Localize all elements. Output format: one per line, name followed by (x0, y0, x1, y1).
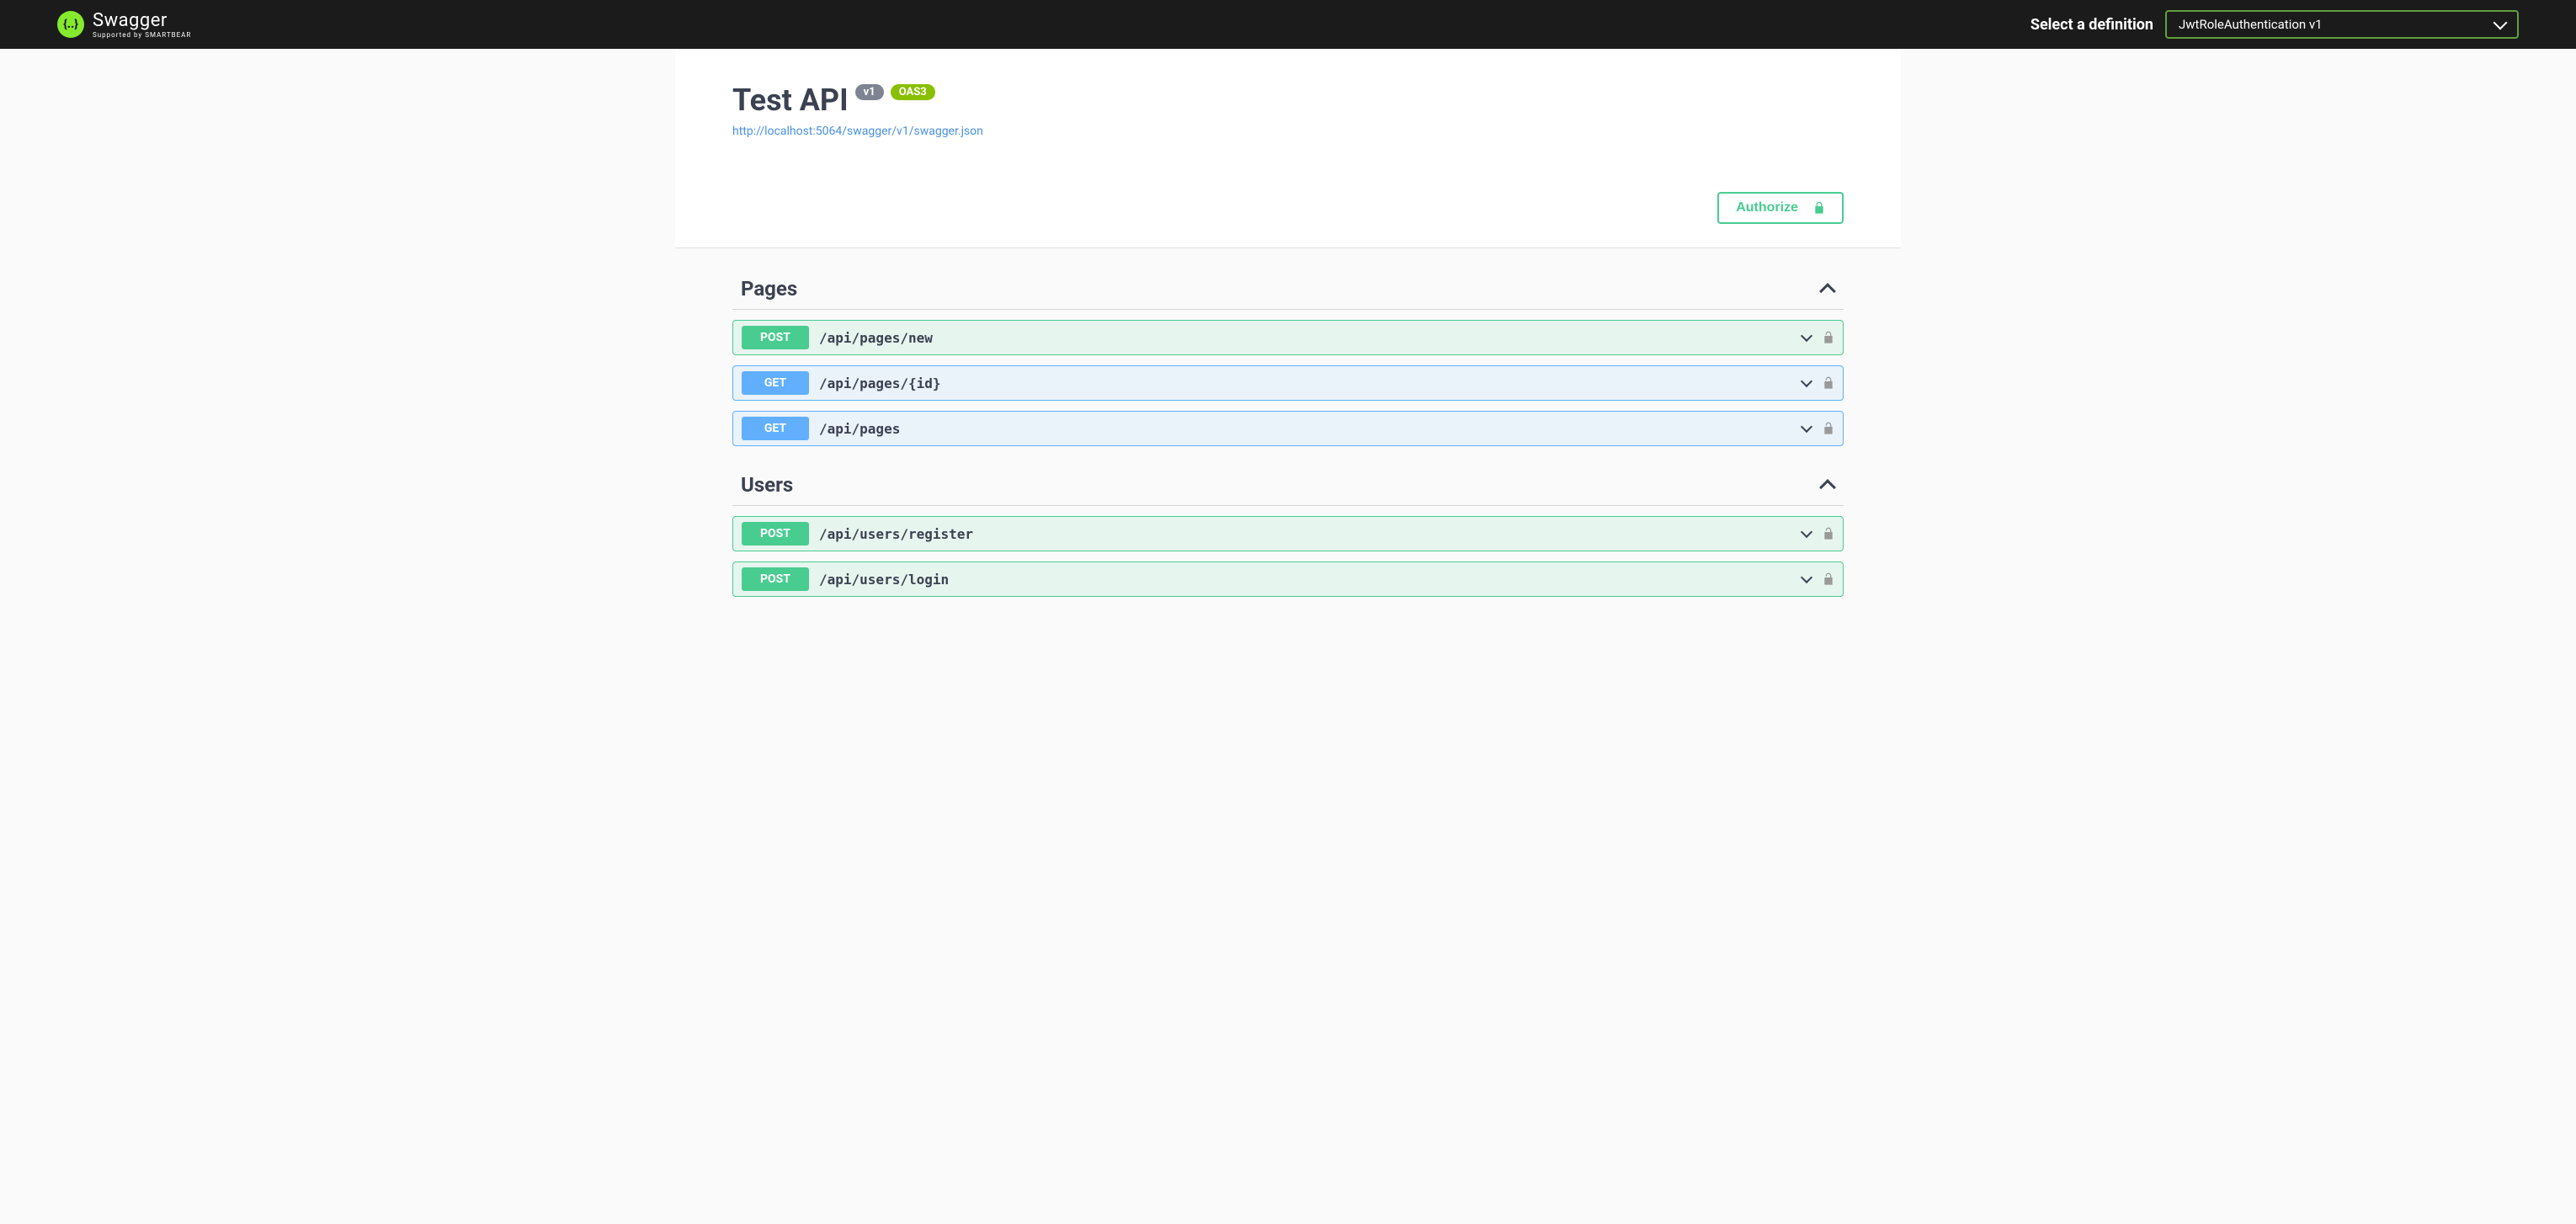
operation-path: /api/users/login (819, 572, 1802, 588)
operation-row[interactable]: POST /api/pages/new (732, 320, 1844, 355)
topbar-right: Select a definition JwtRoleAuthenticatio… (2030, 10, 2519, 39)
authorize-button[interactable]: Authorize (1717, 192, 1844, 224)
operation-path: /api/pages/{id} (819, 375, 1802, 391)
topbar: {..} Swagger Supported by SMARTBEAR Sele… (0, 0, 2576, 49)
lock-icon[interactable] (1823, 331, 1834, 344)
chevron-down-icon (1801, 526, 1812, 538)
auth-section: Authorize (675, 168, 1901, 248)
operation-path: /api/pages (819, 421, 1802, 437)
chevron-up-icon (1819, 283, 1836, 300)
lock-icon (1813, 201, 1825, 215)
operation-row[interactable]: POST /api/users/login (732, 561, 1844, 597)
spec-url-link[interactable]: http://localhost:5064/swagger/v1/swagger… (732, 125, 983, 138)
definition-select[interactable]: JwtRoleAuthentication v1 (2165, 10, 2519, 39)
chevron-down-icon (1801, 375, 1812, 387)
operation-path: /api/pages/new (819, 330, 1802, 346)
operation-path: /api/users/register (819, 526, 1802, 542)
oas-version-badge: OAS3 (891, 84, 935, 100)
http-method-badge: POST (742, 567, 809, 591)
swagger-logo-icon: {..} (57, 11, 84, 38)
lock-icon[interactable] (1823, 527, 1834, 540)
api-title: Test API (732, 82, 849, 118)
chevron-down-icon (2494, 16, 2508, 30)
api-info-section: Test API v1 OAS3 http://localhost:5064/s… (675, 49, 1901, 168)
authorize-button-label: Authorize (1736, 200, 1798, 216)
definition-selected-value: JwtRoleAuthentication v1 (2179, 17, 2323, 32)
api-version-badge: v1 (855, 84, 884, 100)
logo-sub-text: Supported by SMARTBEAR (93, 31, 191, 39)
operation-row[interactable]: GET /api/pages/{id} (732, 365, 1844, 401)
tag-header-users[interactable]: Users (732, 461, 1844, 506)
chevron-down-icon (1801, 330, 1812, 342)
logo-main-text: Swagger (93, 10, 191, 31)
lock-icon[interactable] (1823, 572, 1834, 586)
operation-row[interactable]: POST /api/users/register (732, 516, 1844, 551)
tag-title: Pages (741, 277, 797, 301)
swagger-logo-text: Swagger Supported by SMARTBEAR (93, 10, 191, 39)
http-method-badge: GET (742, 371, 809, 395)
http-method-badge: POST (742, 326, 809, 349)
chevron-up-icon (1819, 479, 1836, 496)
tag-header-pages[interactable]: Pages (732, 265, 1844, 310)
http-method-badge: GET (742, 417, 809, 440)
tag-title: Users (741, 473, 793, 497)
operation-row[interactable]: GET /api/pages (732, 411, 1844, 446)
lock-icon[interactable] (1823, 376, 1834, 390)
operations-list: Pages POST /api/pages/new GET /api/pages… (675, 248, 1901, 631)
definition-select-label: Select a definition (2030, 16, 2153, 34)
swagger-logo[interactable]: {..} Swagger Supported by SMARTBEAR (57, 10, 191, 39)
chevron-down-icon (1801, 421, 1812, 433)
chevron-down-icon (1801, 572, 1812, 583)
http-method-badge: POST (742, 522, 809, 545)
lock-icon[interactable] (1823, 422, 1834, 435)
